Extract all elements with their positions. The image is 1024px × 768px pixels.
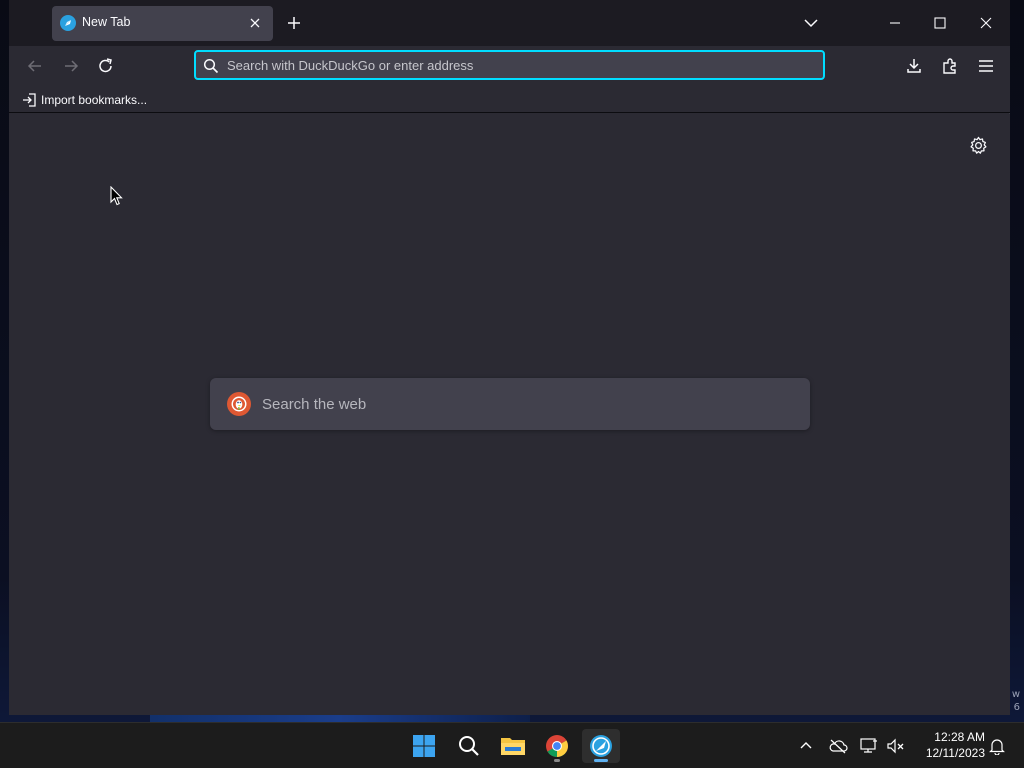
- new-tab-plus-icon[interactable]: [284, 13, 304, 33]
- forward-arrow-icon[interactable]: [61, 56, 81, 76]
- extensions-puzzle-icon[interactable]: [940, 56, 960, 76]
- file-explorer-button[interactable]: [494, 729, 532, 763]
- web-search-input[interactable]: [262, 392, 782, 416]
- chrome-icon: [545, 734, 569, 758]
- url-bar[interactable]: [194, 50, 825, 80]
- tab-close-icon[interactable]: [248, 16, 262, 30]
- new-tab-page: [9, 114, 1010, 715]
- running-indicator: [554, 759, 560, 762]
- notifications-bell-icon[interactable]: [987, 736, 1007, 756]
- folder-icon: [500, 735, 526, 757]
- active-indicator: [594, 759, 608, 762]
- web-search-box[interactable]: [210, 378, 810, 430]
- settings-gear-icon[interactable]: [969, 136, 988, 155]
- tab-strip: New Tab: [9, 0, 1010, 46]
- tab-new-tab[interactable]: New Tab: [52, 6, 273, 41]
- minimize-icon[interactable]: [886, 14, 904, 32]
- back-arrow-icon[interactable]: [25, 56, 45, 76]
- desktop-corner-text: w 6: [1011, 689, 1020, 713]
- onedrive-cloud-icon[interactable]: [828, 736, 848, 756]
- address-input[interactable]: [227, 54, 807, 76]
- system-clock[interactable]: 12:28 AM 12/11/2023: [910, 729, 985, 761]
- app-menu-hamburger-icon[interactable]: [976, 56, 996, 76]
- search-icon: [203, 58, 219, 74]
- clock-date: 12/11/2023: [925, 746, 985, 760]
- tab-title: New Tab: [82, 15, 131, 29]
- mouse-cursor-icon: [110, 186, 124, 206]
- waterfox-favicon-icon: [60, 15, 76, 31]
- windows-logo-icon: [412, 734, 436, 758]
- downloads-icon[interactable]: [904, 56, 924, 76]
- window-close-icon[interactable]: [977, 14, 995, 32]
- search-icon: [458, 735, 480, 757]
- clock-time: 12:28 AM: [934, 730, 985, 744]
- network-display-icon[interactable]: [859, 736, 879, 756]
- import-bookmarks-label: Import bookmarks...: [41, 93, 148, 107]
- volume-muted-icon[interactable]: [886, 736, 906, 756]
- navigation-toolbar: [9, 46, 1010, 86]
- chrome-button[interactable]: [538, 729, 576, 763]
- browser-window: New Tab Search with DuckDuckGo or enter …: [9, 0, 1010, 715]
- import-bookmarks-button[interactable]: Import bookmarks...: [22, 90, 147, 110]
- duckduckgo-logo-icon: [227, 392, 251, 416]
- list-all-tabs-chevron-icon[interactable]: [802, 14, 820, 32]
- show-hidden-icons-chevron-icon[interactable]: [796, 736, 816, 756]
- import-icon: [22, 93, 36, 107]
- start-button[interactable]: [405, 729, 443, 763]
- windows-taskbar: 12:28 AM 12/11/2023: [0, 722, 1024, 768]
- taskbar-search-button[interactable]: [450, 729, 488, 763]
- waterfox-icon: [589, 734, 613, 758]
- reload-icon[interactable]: [96, 56, 116, 76]
- waterfox-button[interactable]: [582, 729, 620, 763]
- maximize-icon[interactable]: [931, 14, 949, 32]
- bookmarks-toolbar: Import bookmarks...: [9, 86, 1010, 113]
